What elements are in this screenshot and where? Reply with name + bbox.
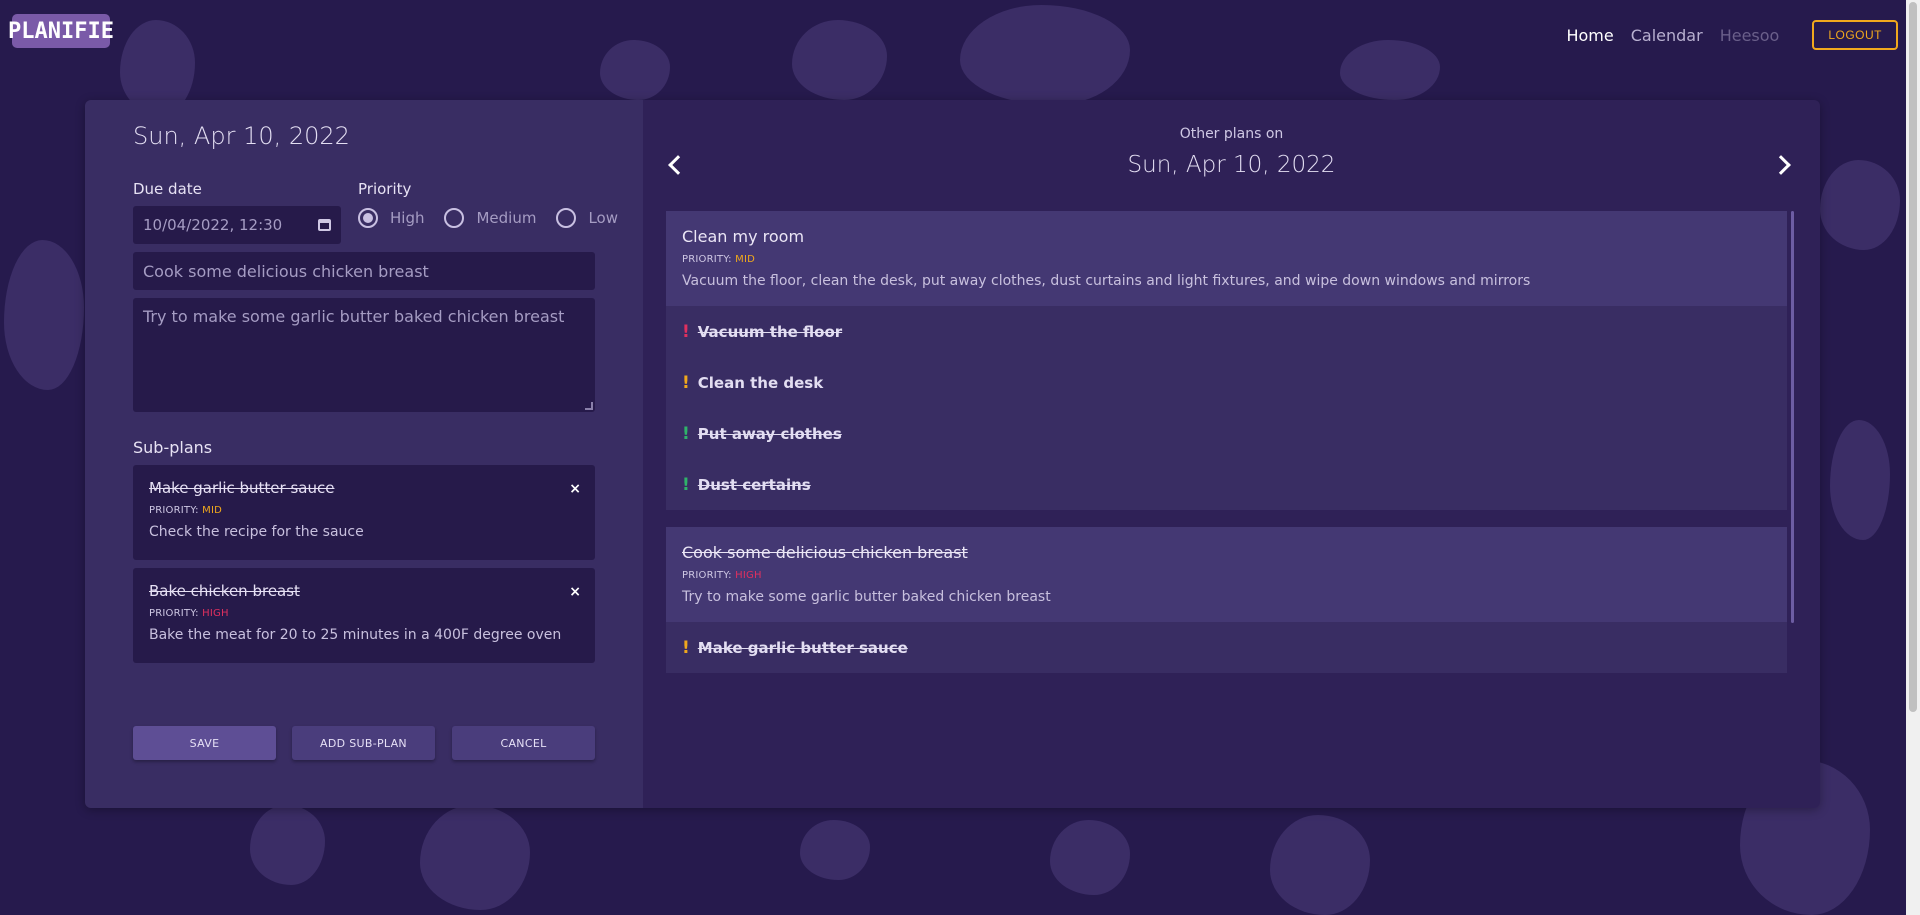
page-scrollbar[interactable] [1906, 0, 1920, 915]
radio-empty-icon [556, 208, 577, 228]
priority-low-icon: ! [682, 474, 690, 495]
subplan-description: Check the recipe for the sauce [149, 524, 364, 540]
subplan-item-label: Make garlic butter sauce [697, 638, 908, 657]
due-date-label: Due date [133, 180, 202, 198]
radio-selected-icon [358, 208, 378, 228]
plan-editor-card: Sun, Apr 10, 2022 Due date Priority 10/0… [85, 100, 1820, 808]
subplan-description: Bake the meat for 20 to 25 minutes in a … [149, 627, 562, 643]
priority-prefix: PRIORITY: [149, 505, 199, 516]
background-blob [1050, 820, 1130, 895]
remove-subplan-close-icon[interactable]: × [569, 584, 581, 600]
subplan-list-item[interactable]: ! Dust certains [666, 459, 1787, 510]
save-button[interactable]: SAVE [133, 726, 276, 760]
plan-header: Cook some delicious chicken breast PRIOR… [666, 527, 1787, 622]
top-nav: Home Calendar Heesoo LOGOUT [1566, 20, 1898, 50]
calendar-icon[interactable] [318, 219, 331, 231]
background-blob [1830, 420, 1890, 540]
plan-description-textarea[interactable]: Try to make some garlic butter baked chi… [133, 298, 595, 412]
background-blob [960, 5, 1130, 105]
background-blob [800, 820, 870, 880]
priority-value: MID [735, 254, 756, 265]
subplan-item-label: Put away clothes [697, 424, 842, 443]
subplan-card[interactable]: Make garlic butter sauce PRIORITY: MID C… [133, 465, 595, 560]
background-blob [250, 805, 325, 885]
background-blob [600, 40, 670, 100]
plan-card[interactable]: Clean my room PRIORITY: MID Vacuum the f… [666, 211, 1787, 510]
priority-label: Priority [358, 180, 412, 198]
logout-button[interactable]: LOGOUT [1812, 20, 1898, 50]
subplan-list-item[interactable]: ! Make garlic butter sauce [666, 622, 1787, 673]
subplan-priority: PRIORITY: MID [149, 505, 579, 516]
subplan-list-item[interactable]: ! Clean the desk [666, 357, 1787, 408]
plan-title: Clean my room [682, 227, 805, 246]
priority-value: MID [202, 505, 223, 516]
plan-header: Clean my room PRIORITY: MID Vacuum the f… [666, 211, 1787, 306]
priority-radio-medium[interactable]: Medium [444, 208, 536, 228]
priority-radio-high[interactable]: High [358, 208, 424, 228]
planifie-logo[interactable]: PLANIFIE [8, 14, 114, 48]
radio-label-high: High [390, 209, 425, 227]
subplan-item-label: Dust certains [697, 475, 811, 494]
background-blob [1820, 160, 1900, 250]
plan-priority: PRIORITY: MID [682, 254, 1771, 265]
priority-mid-icon: ! [682, 637, 690, 658]
priority-value: HIGH [735, 570, 762, 581]
remove-subplan-close-icon[interactable]: × [569, 481, 581, 497]
plan-priority: PRIORITY: HIGH [682, 570, 1771, 581]
background-blob [420, 805, 530, 910]
nav-home-link[interactable]: Home [1566, 26, 1613, 45]
subplan-title: Make garlic butter sauce [149, 479, 335, 497]
subplan-list-item[interactable]: ! Put away clothes [666, 408, 1787, 459]
other-plans-panel: Other plans on Sun, Apr 10, 2022 Clean m… [643, 100, 1820, 808]
plan-description: Vacuum the floor, clean the desk, put aw… [682, 273, 1531, 289]
priority-radio-low[interactable]: Low [556, 208, 618, 228]
priority-prefix: PRIORITY: [682, 254, 732, 265]
radio-empty-icon [444, 208, 465, 228]
add-subplan-button[interactable]: ADD SUB-PLAN [292, 726, 435, 760]
priority-low-icon: ! [682, 423, 690, 444]
plans-scrollbar[interactable] [1791, 211, 1794, 623]
priority-radio-group: High Medium Low [358, 208, 638, 228]
cancel-button[interactable]: CANCEL [452, 726, 595, 760]
background-blob [1270, 815, 1370, 915]
plan-description-value: Try to make some garlic butter baked chi… [143, 307, 565, 326]
subplan-item-label: Vacuum the floor [697, 322, 843, 341]
subplan-list-item[interactable]: ! Vacuum the floor [666, 306, 1787, 357]
priority-value: HIGH [202, 608, 229, 619]
plan-title-input[interactable]: Cook some delicious chicken breast [133, 252, 595, 290]
resize-handle-icon[interactable] [585, 402, 593, 410]
form-date-title: Sun, Apr 10, 2022 [133, 122, 350, 150]
priority-prefix: PRIORITY: [682, 570, 732, 581]
plan-description: Try to make some garlic butter baked chi… [682, 589, 1051, 605]
subplans-label: Sub-plans [133, 438, 213, 457]
nav-calendar-link[interactable]: Calendar [1631, 26, 1703, 45]
due-date-input[interactable]: 10/04/2022, 12:30 [133, 206, 341, 244]
background-blob [792, 20, 887, 100]
priority-mid-icon: ! [682, 372, 690, 393]
subplan-priority: PRIORITY: HIGH [149, 608, 579, 619]
radio-label-medium: Medium [476, 209, 537, 227]
priority-prefix: PRIORITY: [149, 608, 199, 619]
radio-label-low: Low [588, 209, 619, 227]
other-plans-date: Sun, Apr 10, 2022 [1127, 152, 1336, 178]
background-blob [4, 240, 84, 390]
background-blob [1340, 40, 1440, 100]
other-plans-label: Other plans on [1179, 126, 1284, 142]
plan-title: Cook some delicious chicken breast [682, 543, 968, 562]
plan-title-value: Cook some delicious chicken breast [143, 261, 429, 281]
plan-card[interactable]: Cook some delicious chicken breast PRIOR… [666, 527, 1787, 673]
subplan-title: Bake chicken breast [149, 582, 300, 600]
plan-form-panel: Sun, Apr 10, 2022 Due date Priority 10/0… [85, 100, 643, 808]
priority-high-icon: ! [682, 321, 690, 342]
subplan-item-label: Clean the desk [697, 373, 824, 392]
subplan-card[interactable]: Bake chicken breast PRIORITY: HIGH Bake … [133, 568, 595, 663]
nav-user-link[interactable]: Heesoo [1720, 26, 1780, 45]
due-date-value: 10/04/2022, 12:30 [143, 216, 283, 234]
page-scrollbar-thumb[interactable] [1909, 2, 1917, 712]
